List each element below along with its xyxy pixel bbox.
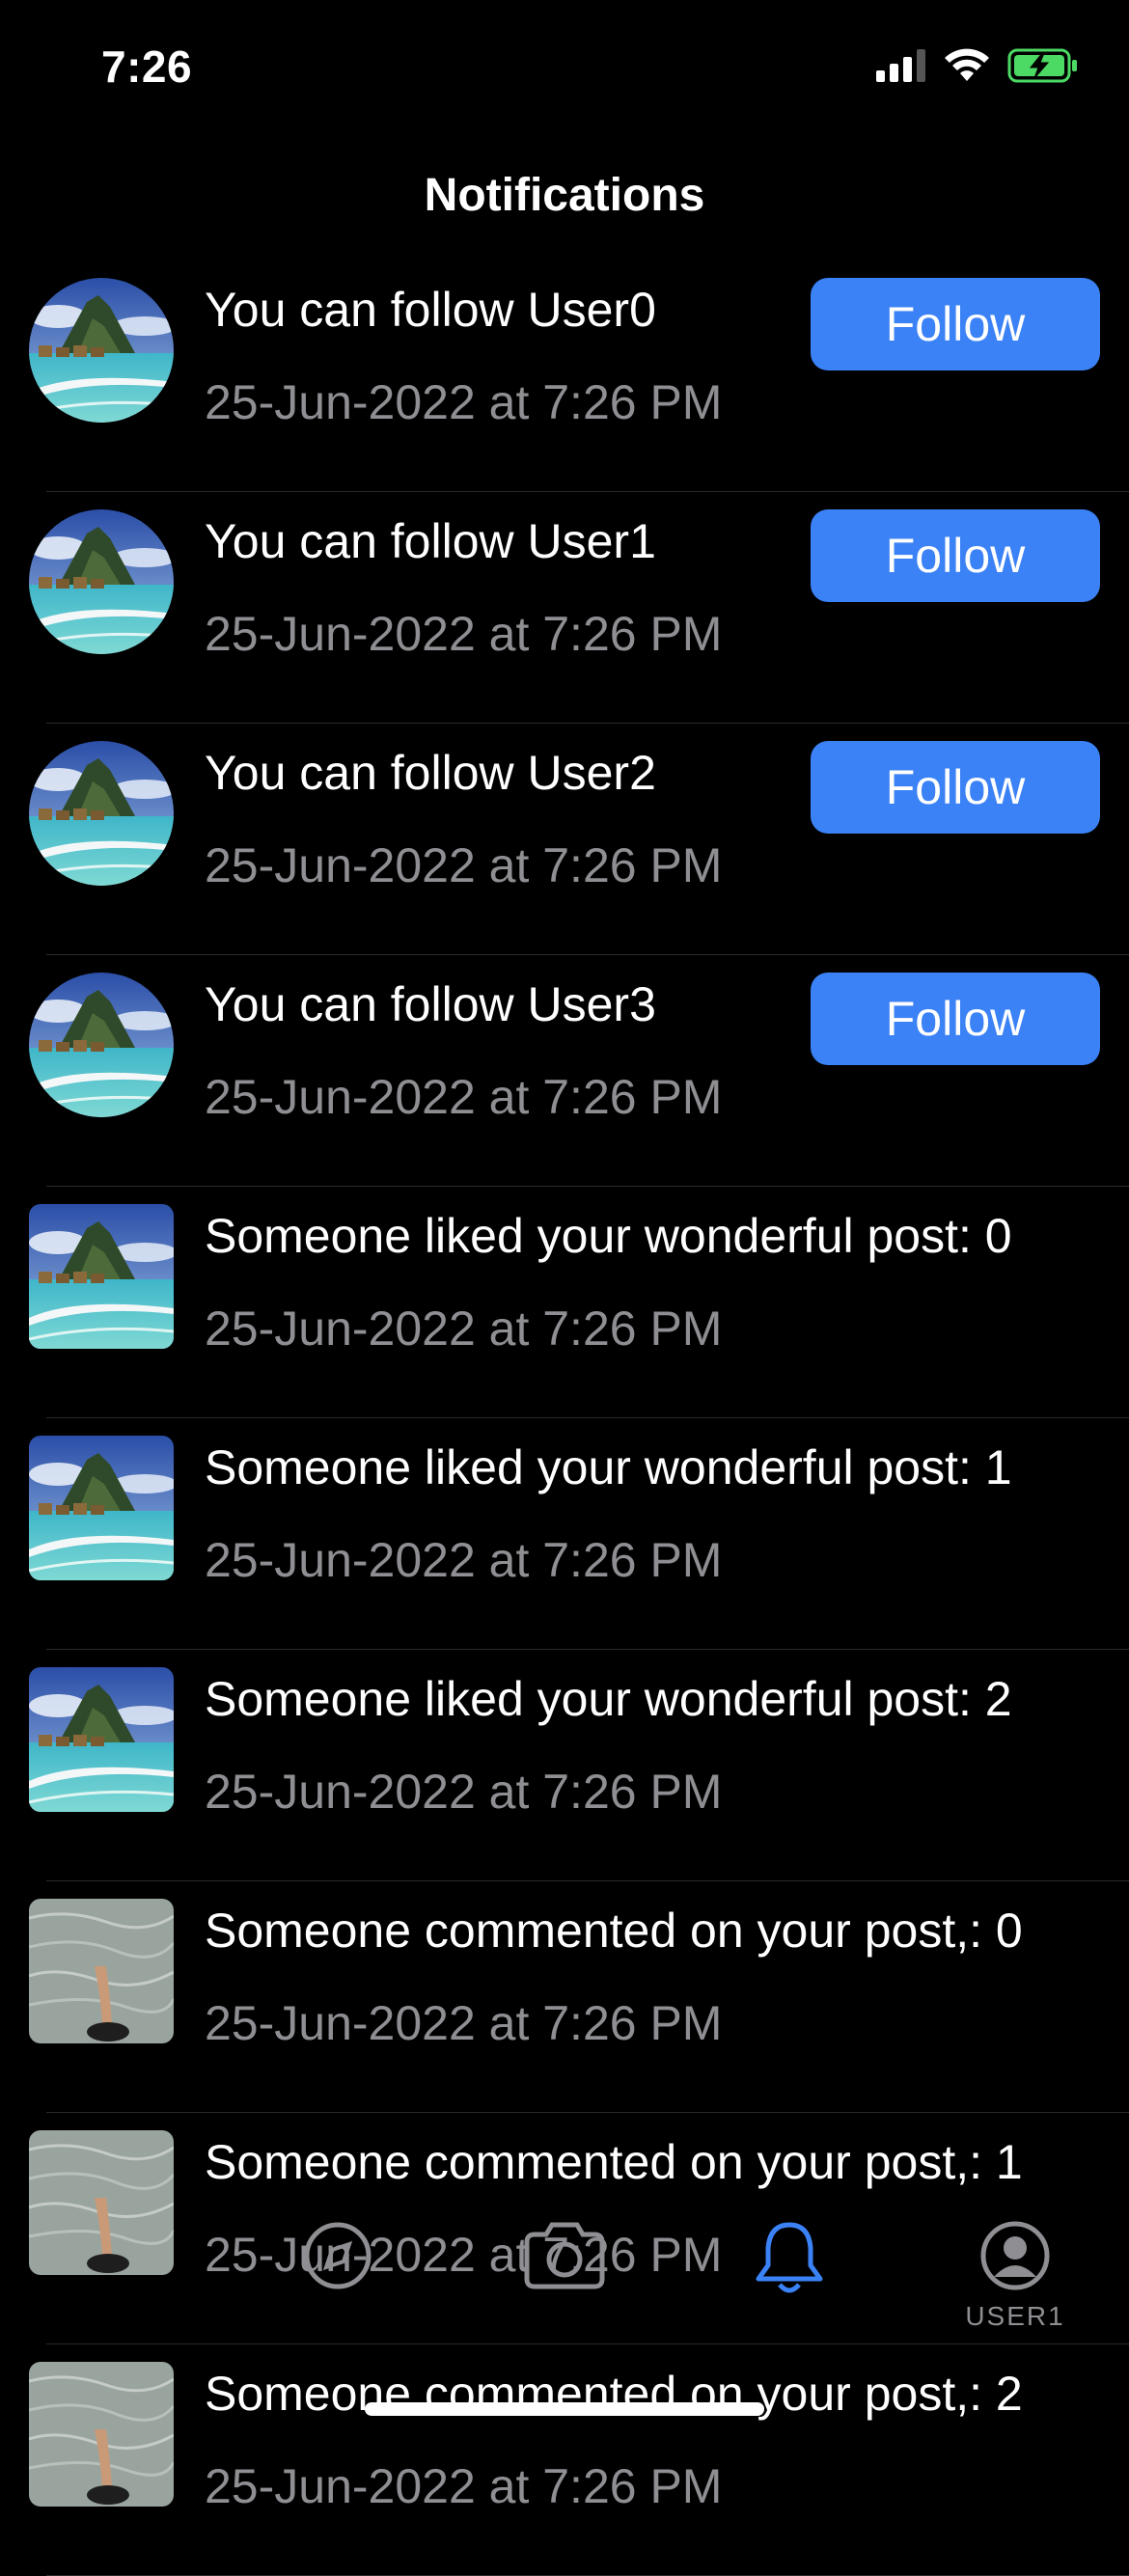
tab-camera[interactable] <box>507 2219 622 2297</box>
notification-title: You can follow User0 <box>205 283 656 337</box>
profile-icon <box>978 2221 1052 2296</box>
user-avatar[interactable] <box>29 741 174 886</box>
notification-date: 25-Jun-2022 at 7:26 PM <box>205 1302 723 1356</box>
notification-row[interactable]: Someone liked your wonderful post: 1 25-J… <box>0 1418 1129 1650</box>
bell-icon <box>753 2222 826 2300</box>
post-thumbnail[interactable] <box>29 1667 174 1812</box>
page-title: Notifications <box>424 170 705 221</box>
tab-notifications[interactable] <box>731 2219 847 2301</box>
follow-button[interactable]: Follow <box>811 509 1100 602</box>
notification-date: 25-Jun-2022 at 7:26 PM <box>205 607 723 661</box>
notification-row[interactable]: Someone commented on your post,: 2 25-Jun… <box>0 2344 1129 2576</box>
notification-title: You can follow User1 <box>205 514 656 568</box>
tab-profile[interactable]: USER1 <box>957 2219 1073 2332</box>
follow-button[interactable]: Follow <box>811 741 1100 834</box>
notification-title: Someone commented on your post,: 0 <box>205 1904 1023 1958</box>
notification-title: You can follow User2 <box>205 746 656 800</box>
notification-title: Someone commented on your post,: 1 <box>205 2135 1023 2189</box>
notification-row[interactable]: You can follow User2 25-Jun-2022 at 7:26 … <box>0 724 1129 955</box>
notification-date: 25-Jun-2022 at 7:26 PM <box>205 1070 723 1124</box>
post-thumbnail[interactable] <box>29 1204 174 1349</box>
home-indicator <box>365 2402 764 2416</box>
tab-profile-label: USER1 <box>965 2301 1065 2331</box>
follow-button[interactable]: Follow <box>811 973 1100 1065</box>
status-bar: 7:26 <box>0 0 1129 145</box>
explore-icon <box>301 2222 374 2296</box>
tab-explore[interactable] <box>280 2219 396 2297</box>
notification-row[interactable]: Someone commented on your post,: 0 25-Jun… <box>0 1881 1129 2113</box>
follow-button[interactable]: Follow <box>811 278 1100 370</box>
cellular-signal-icon <box>876 49 926 87</box>
status-icons <box>876 48 1079 88</box>
notification-row[interactable]: You can follow User1 25-Jun-2022 at 7:26 … <box>0 492 1129 724</box>
notification-row[interactable]: You can follow User0 25-Jun-2022 at 7:26 … <box>0 260 1129 492</box>
notification-title: Someone liked your wonderful post: 0 <box>205 1209 1012 1263</box>
notification-date: 25-Jun-2022 at 7:26 PM <box>205 1765 723 1819</box>
notification-title: Someone liked your wonderful post: 2 <box>205 1672 1012 1726</box>
notification-date: 25-Jun-2022 at 7:26 PM <box>205 1996 723 2050</box>
post-thumbnail[interactable] <box>29 1436 174 1580</box>
notification-date: 25-Jun-2022 at 7:26 PM <box>205 1533 723 1587</box>
notification-title: You can follow User3 <box>205 977 656 1031</box>
notification-title: Someone liked your wonderful post: 1 <box>205 1440 1012 1494</box>
notification-row[interactable]: Someone liked your wonderful post: 0 25-J… <box>0 1187 1129 1418</box>
status-time: 7:26 <box>101 41 193 92</box>
notification-date: 25-Jun-2022 at 7:26 PM <box>205 375 723 429</box>
camera-icon <box>521 2222 608 2296</box>
tab-bar: USER1 <box>0 2209 1129 2364</box>
wifi-icon <box>944 48 990 88</box>
notification-date: 25-Jun-2022 at 7:26 PM <box>205 2459 723 2513</box>
battery-charging-icon <box>1007 48 1079 88</box>
notification-row[interactable]: You can follow User3 25-Jun-2022 at 7:26 … <box>0 955 1129 1187</box>
notification-row[interactable]: Someone liked your wonderful post: 2 25-J… <box>0 1650 1129 1881</box>
notification-date: 25-Jun-2022 at 7:26 PM <box>205 838 723 892</box>
post-thumbnail[interactable] <box>29 2362 174 2507</box>
user-avatar[interactable] <box>29 278 174 423</box>
user-avatar[interactable] <box>29 509 174 654</box>
user-avatar[interactable] <box>29 973 174 1117</box>
post-thumbnail[interactable] <box>29 1899 174 2043</box>
